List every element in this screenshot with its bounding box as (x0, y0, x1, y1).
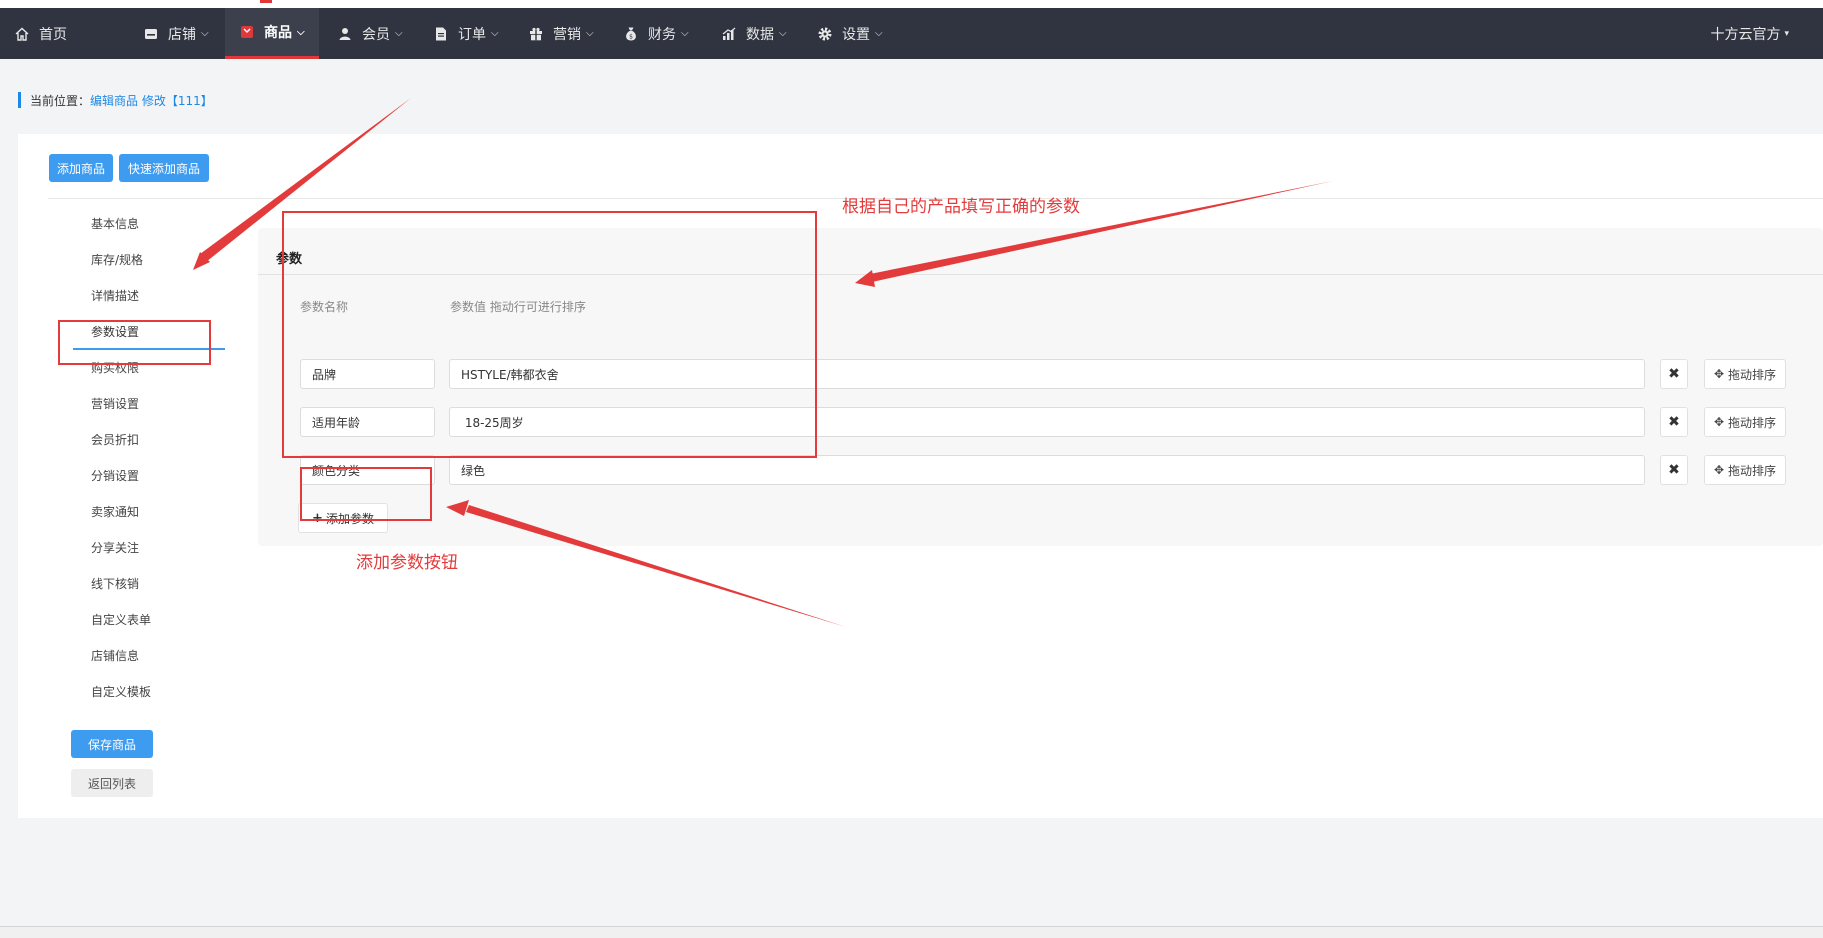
arrow-to-side-menu (193, 98, 411, 270)
status-bar (0, 926, 1823, 938)
arrow-to-add-button (446, 500, 846, 627)
arrow-to-params-table (855, 181, 1333, 287)
annotation-arrows (193, 98, 1333, 627)
